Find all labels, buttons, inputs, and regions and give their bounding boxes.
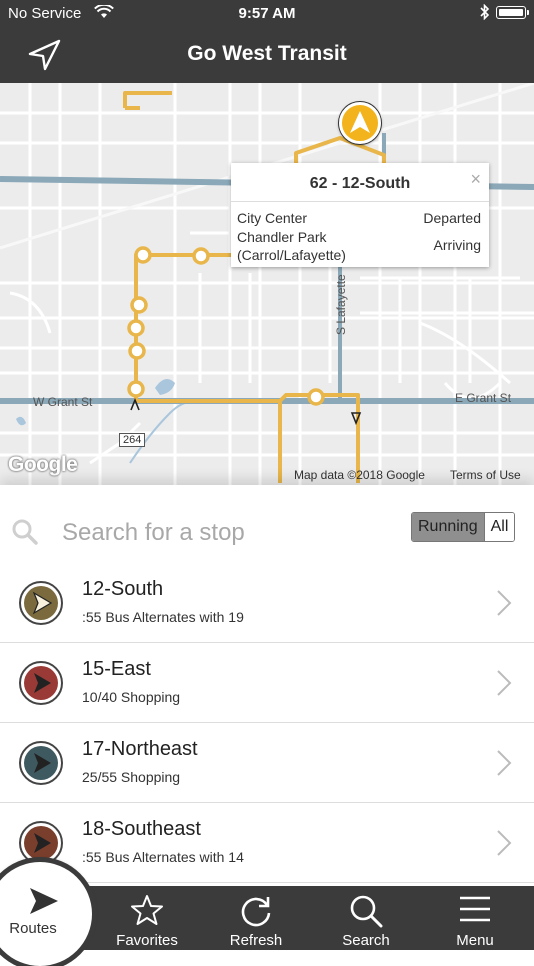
- street-label-e-grant: E Grant St: [455, 391, 512, 405]
- popup-status-arriving: Arriving: [433, 237, 481, 253]
- route-direction-icon: [34, 833, 51, 853]
- stop-search-input[interactable]: [62, 518, 392, 548]
- route-badge: [19, 581, 63, 625]
- popup-close-button[interactable]: ×: [470, 169, 481, 190]
- app-title: Go West Transit: [187, 42, 347, 65]
- map-canvas: [0, 83, 534, 485]
- chevron-right-icon: [497, 750, 512, 776]
- route-shield: 264: [119, 433, 146, 447]
- map-attribution: Map data ©2018 Google: [294, 468, 425, 482]
- route-direction-icon: [34, 753, 51, 773]
- route-row-15-east[interactable]: 15-East 10/40 Shopping: [0, 643, 534, 723]
- route-name: 17-Northeast: [82, 738, 198, 760]
- popup-status-departed: Departed: [423, 210, 481, 226]
- search-icon: [12, 519, 38, 550]
- tab-refresh[interactable]: Refresh: [210, 886, 302, 950]
- bus-arrow-icon: [350, 111, 370, 133]
- tab-menu-label: Menu: [456, 932, 494, 949]
- bluetooth-icon: [480, 3, 490, 24]
- route-list: 12-South :55 Bus Alternates with 19 15-E…: [0, 563, 534, 883]
- tab-refresh-label: Refresh: [229, 932, 283, 949]
- street-label-lafayette: S Lafayette: [334, 274, 348, 335]
- route-description: 25/55 Shopping: [82, 769, 181, 785]
- terms-of-use-link[interactable]: Terms of Use: [450, 468, 521, 482]
- navigation-bar: No Service 9:57 AM Go West Transit: [0, 0, 534, 83]
- route-description: 10/40 Shopping: [82, 689, 181, 705]
- chevron-right-icon: [497, 590, 512, 616]
- tab-favorites-label: Favorites: [116, 932, 178, 949]
- running-filter-toggle: Running All: [411, 512, 516, 542]
- stop-search-bar: Running All: [0, 485, 534, 564]
- route-name: 12-South: [82, 578, 164, 600]
- route-map[interactable]: W Grant St E Grant St S Lafayette 264 Go…: [0, 83, 534, 485]
- popup-stop-next: Chandler Park (Carrol/Lafayette): [237, 229, 346, 263]
- battery-icon: [496, 6, 529, 19]
- route-badge: [19, 821, 63, 865]
- status-time: 9:57 AM: [238, 5, 296, 22]
- search-icon: [350, 895, 383, 928]
- tab-search[interactable]: Search: [320, 886, 412, 950]
- street-label-w-grant: W Grant St: [33, 395, 93, 409]
- google-logo: Google: [8, 453, 78, 476]
- route-badge: [19, 741, 63, 785]
- route-description: :55 Bus Alternates with 14: [82, 849, 244, 865]
- route-description: :55 Bus Alternates with 19: [82, 609, 244, 625]
- route-direction-icon: [34, 673, 51, 693]
- refresh-icon: [241, 897, 271, 927]
- tab-search-label: Search: [342, 932, 390, 949]
- tab-menu[interactable]: Menu: [428, 886, 522, 950]
- chevron-right-icon: [497, 670, 512, 696]
- route-row-12-south[interactable]: 12-South :55 Bus Alternates with 19: [0, 563, 534, 643]
- filter-running-label: Running: [418, 518, 478, 535]
- route-name: 18-Southeast: [82, 818, 201, 840]
- status-bar: No Service 9:57 AM: [0, 0, 534, 28]
- tab-routes-label: Routes: [9, 920, 57, 937]
- popup-stop-previous: City Center: [237, 210, 308, 226]
- vehicle-popup[interactable]: 62 - 12-South × City Center Departed Cha…: [231, 163, 489, 267]
- star-icon: [131, 895, 163, 925]
- route-name: 15-East: [82, 658, 151, 680]
- filter-running-button[interactable]: Running: [412, 513, 484, 541]
- route-row-18-southeast[interactable]: 18-Southeast :55 Bus Alternates with 14: [0, 803, 534, 883]
- route-direction-icon: [32, 591, 53, 615]
- route-badge: [19, 661, 63, 705]
- popup-title: 62 - 12-South: [309, 175, 411, 192]
- bus-location-marker[interactable]: [339, 102, 381, 144]
- popup-divider: [231, 201, 489, 202]
- filter-all-button[interactable]: All: [483, 513, 515, 541]
- route-row-17-northeast[interactable]: 17-Northeast 25/55 Shopping: [0, 723, 534, 803]
- menu-icon: [460, 896, 490, 922]
- chevron-right-icon: [497, 830, 512, 856]
- route-arrow-icon: [30, 888, 58, 914]
- tab-favorites[interactable]: Favorites: [100, 886, 194, 950]
